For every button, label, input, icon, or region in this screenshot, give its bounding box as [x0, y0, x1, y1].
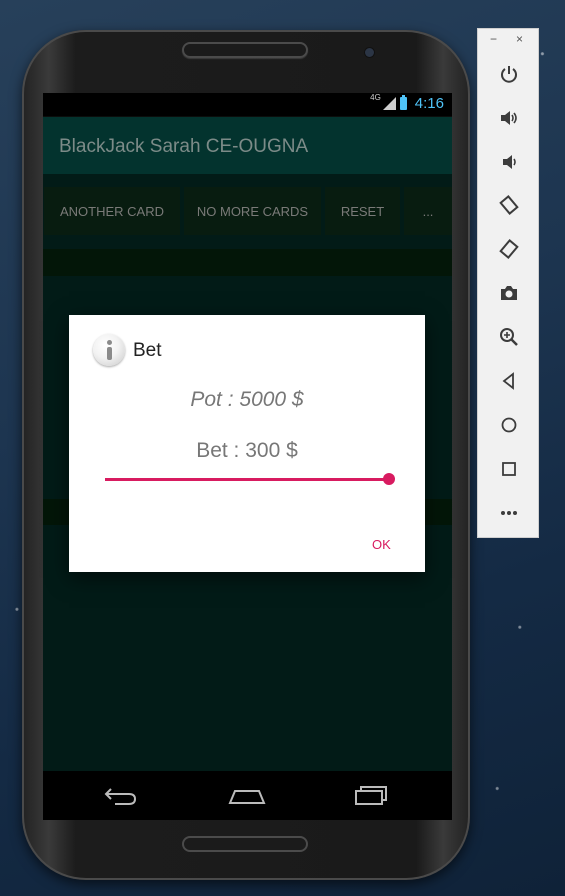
bet-dialog: Bet Pot : 5000 $ Bet : 300 $ OK	[69, 315, 425, 572]
volume-up-icon[interactable]	[496, 105, 522, 131]
dialog-title: Bet	[133, 340, 162, 361]
camera-icon[interactable]	[496, 280, 522, 306]
emulator-toolbar: − ×	[477, 28, 539, 538]
minimize-icon[interactable]: −	[490, 32, 497, 46]
bet-amount: Bet : 300 $	[196, 439, 298, 462]
more-icon[interactable]	[496, 500, 522, 526]
earpiece-speaker	[182, 42, 308, 58]
bet-slider[interactable]	[105, 473, 395, 487]
zoom-icon[interactable]	[496, 324, 522, 350]
close-icon[interactable]: ×	[516, 32, 523, 46]
slider-track[interactable]	[105, 478, 391, 481]
ok-button[interactable]: OK	[372, 537, 391, 552]
back-icon[interactable]	[496, 368, 522, 394]
overview-icon[interactable]	[496, 456, 522, 482]
pot-amount: Pot : 5000 $	[190, 388, 304, 411]
front-camera	[365, 48, 374, 57]
volume-down-icon[interactable]	[496, 149, 522, 175]
bottom-speaker	[182, 836, 308, 852]
power-icon[interactable]	[496, 61, 522, 87]
info-icon	[93, 334, 125, 366]
rotate-right-icon[interactable]	[496, 236, 522, 262]
rotate-left-icon[interactable]	[496, 192, 522, 218]
home-icon[interactable]	[496, 412, 522, 438]
slider-thumb[interactable]	[383, 473, 395, 485]
